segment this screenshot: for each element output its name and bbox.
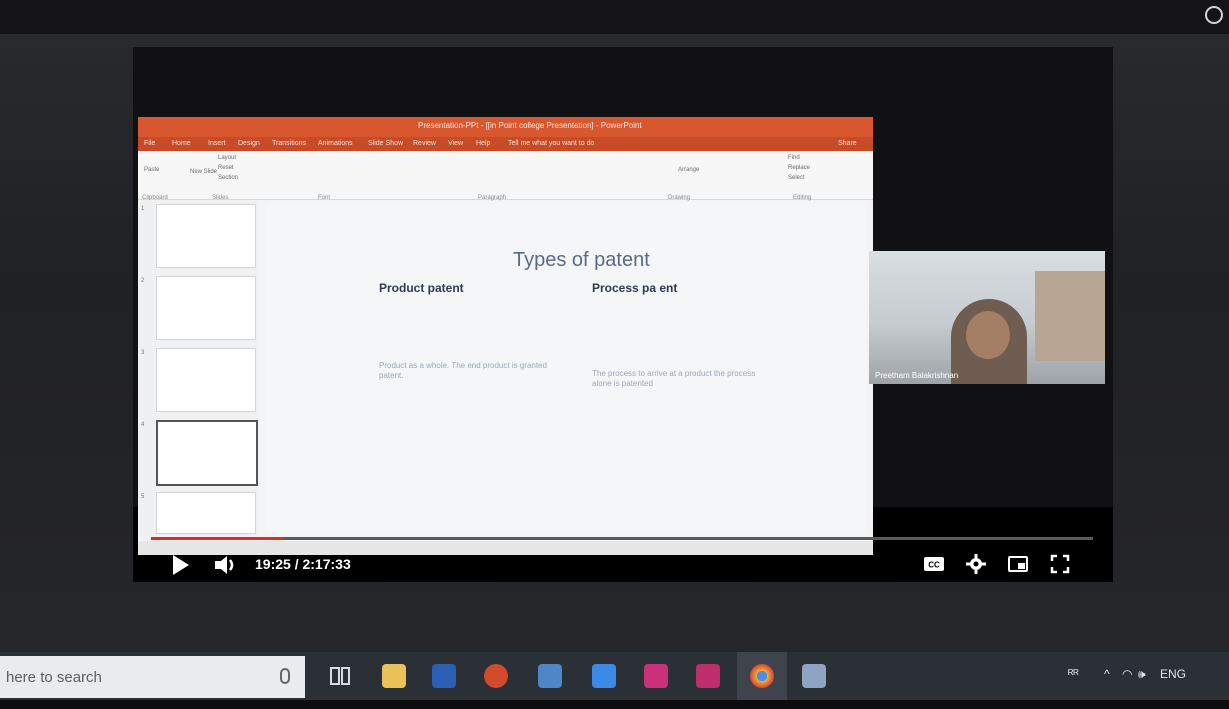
video-player[interactable]: Presentation-PPt - [[in Point college Pr… (133, 47, 1113, 582)
file-explorer-icon[interactable] (382, 664, 406, 688)
powerpoint-window: Presentation-PPt - [[in Point college Pr… (138, 117, 873, 555)
thumb-number: 3 (141, 350, 145, 356)
slide-thumbnail[interactable] (156, 204, 256, 268)
share-button[interactable]: Share (838, 140, 857, 147)
app-icon-pink[interactable] (644, 664, 668, 688)
product-patent-heading: Product patent (379, 281, 464, 295)
volume-icon[interactable] (213, 553, 239, 577)
menu-home[interactable]: Home (172, 140, 191, 147)
menu-review[interactable]: Review (413, 140, 436, 147)
tray-font-icon[interactable]: ᴿᴿ (1068, 667, 1079, 681)
play-icon[interactable] (173, 555, 189, 575)
process-patent-heading: Process pa ent (592, 281, 678, 295)
taskbar-search-box[interactable]: here to search (0, 656, 305, 698)
process-patent-bullet: The process to arrive at a product the p… (592, 369, 756, 388)
ribbon-section[interactable]: Section (218, 175, 238, 181)
group-editing: Editing (793, 195, 812, 201)
participant-face (966, 311, 1010, 359)
task-view-icon[interactable] (328, 664, 352, 688)
slide-thumbnail-pane: 1 2 3 4 5 (138, 200, 258, 540)
menu-animations[interactable]: Animations (318, 140, 353, 147)
thumb-number: 1 (141, 206, 145, 212)
chrome-icon[interactable] (750, 664, 774, 688)
menu-slide-show[interactable]: Slide Show (368, 140, 403, 147)
svg-text:CC: CC (928, 561, 940, 570)
tray-chevron-up-icon[interactable]: ^ (1104, 667, 1110, 681)
monitor-photo: Presentation-PPt - [[in Point college Pr… (0, 0, 1229, 709)
slide-canvas[interactable]: Types of patent Product patent Process p… (266, 203, 866, 533)
ribbon-find[interactable]: Find (788, 155, 800, 161)
progress-bar-played (151, 537, 283, 540)
menu-help[interactable]: Help (476, 140, 490, 147)
monitor-bottom-edge (0, 700, 1229, 709)
tray-language[interactable]: ENG (1160, 667, 1186, 681)
player-controls: 19:25 / 2:17:33 CC (133, 547, 1113, 582)
microphone-icon[interactable] (280, 668, 290, 684)
ppt-window-title: Presentation-PPt - [[in Point college Pr… (418, 121, 642, 130)
zoom-icon[interactable] (592, 664, 616, 688)
slide-thumbnail[interactable] (156, 348, 256, 412)
ppt-menubar: File Home Insert Design Transitions Anim… (138, 137, 873, 151)
tell-me-search[interactable]: Tell me what you want to do (508, 140, 594, 147)
windows-taskbar: here to search ᴿᴿ ^ ◠ 🕪 ENG (0, 652, 1229, 700)
captions-icon[interactable]: CC (923, 553, 945, 575)
word-icon[interactable] (432, 664, 456, 688)
ribbon-layout[interactable]: Layout (218, 155, 236, 161)
progress-bar[interactable] (151, 537, 1093, 540)
tray-wifi-icon[interactable]: ◠ (1122, 667, 1132, 681)
menu-file[interactable]: File (144, 140, 155, 147)
app-corner-icon[interactable] (1205, 6, 1223, 24)
slide-title: Types of patent (513, 249, 650, 271)
ribbon-select[interactable]: Select (788, 175, 805, 181)
screen-recorder-icon[interactable] (538, 664, 562, 688)
app-icon-magenta[interactable] (696, 664, 720, 688)
product-patent-bullet: Product as a whole. The end product is g… (379, 361, 547, 380)
ppt-titlebar: Presentation-PPt - [[in Point college Pr… (138, 117, 873, 137)
menu-design[interactable]: Design (238, 140, 260, 147)
slide-thumbnail-selected[interactable] (156, 420, 258, 486)
miniplayer-icon[interactable] (1007, 553, 1029, 575)
ribbon-new-slide[interactable]: New Slide (190, 169, 217, 175)
participant-webcam: Preetham Balakrishnan (869, 251, 1105, 384)
settings-gear-icon[interactable] (965, 553, 987, 575)
powerpoint-icon[interactable] (484, 664, 508, 688)
cam-background-wall (1035, 271, 1105, 361)
monitor-bezel (0, 0, 1229, 34)
slide-thumbnail[interactable] (156, 276, 256, 340)
group-drawing: Drawing (668, 195, 691, 201)
thumb-number: 5 (141, 494, 145, 500)
participant-name: Preetham Balakrishnan (875, 371, 959, 380)
ribbon-paste[interactable]: Paste (144, 167, 159, 173)
search-placeholder: here to search (6, 669, 102, 686)
notes-app-icon[interactable] (802, 664, 826, 688)
thumb-number: 2 (141, 278, 145, 284)
fullscreen-icon[interactable] (1049, 553, 1071, 575)
tray-volume-icon[interactable]: 🕪 (1138, 667, 1146, 682)
menu-view[interactable]: View (448, 140, 463, 147)
slide-thumbnail[interactable] (156, 492, 256, 534)
group-font: Font (318, 195, 331, 201)
time-display: 19:25 / 2:17:33 (255, 556, 351, 572)
menu-insert[interactable]: Insert (208, 140, 226, 147)
ribbon-arrange[interactable]: Arrange (678, 167, 699, 173)
group-paragraph: Paragraph (478, 195, 507, 201)
ribbon-replace[interactable]: Replace (788, 165, 810, 171)
thumb-number: 4 (141, 422, 145, 428)
ppt-ribbon: Layout Reset Section New Slide Paste Arr… (138, 151, 873, 201)
menu-transitions[interactable]: Transitions (272, 140, 306, 147)
ribbon-reset[interactable]: Reset (218, 165, 234, 171)
